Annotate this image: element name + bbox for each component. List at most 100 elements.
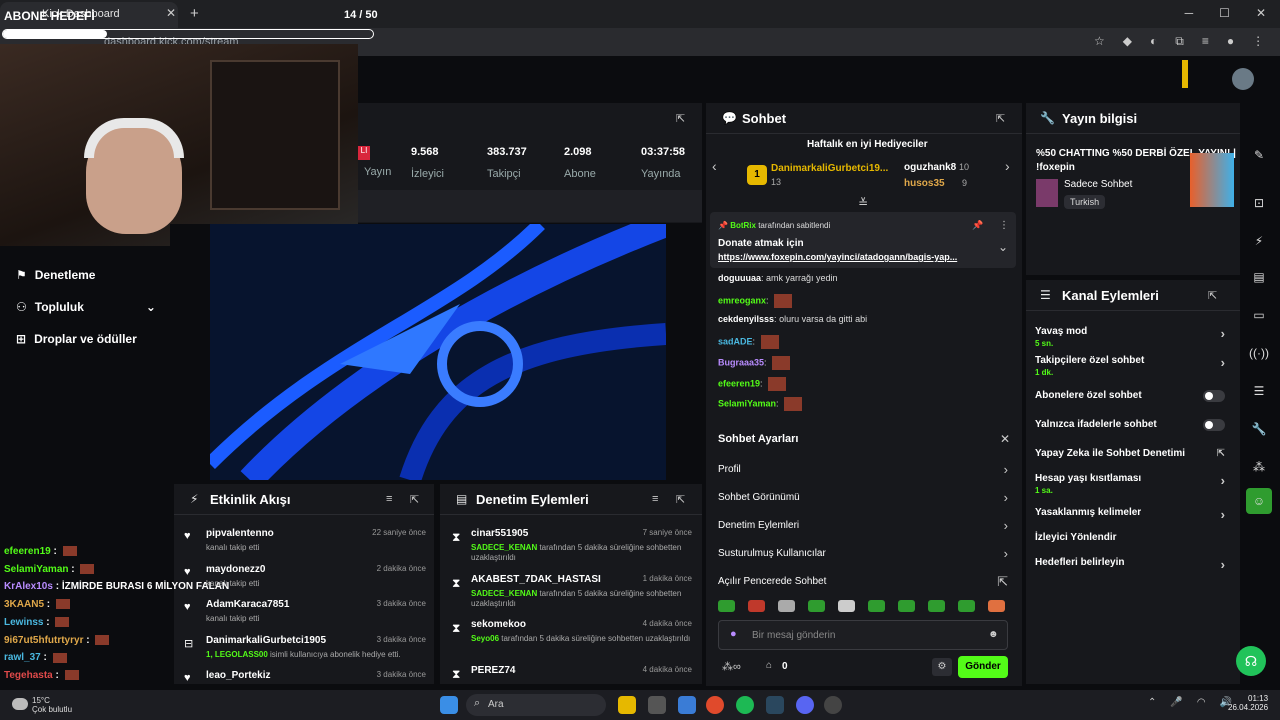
- emote[interactable]: [928, 600, 945, 612]
- collapse-icon[interactable]: ≚: [858, 196, 868, 210]
- mic-icon[interactable]: 🎤: [1170, 697, 1182, 708]
- menu-icon[interactable]: ⋮: [1252, 34, 1264, 49]
- pin-icon[interactable]: 📌: [972, 220, 983, 231]
- settings-item[interactable]: Açılır Pencerede Sohbet ⇱: [718, 574, 1008, 589]
- support-headset-icon[interactable]: ☊: [1236, 646, 1266, 676]
- start-icon[interactable]: [440, 696, 458, 714]
- chat-username[interactable]: Bugraaa35: [718, 357, 764, 367]
- settings-item[interactable]: Sohbet Görünümü ›: [718, 490, 1008, 505]
- channel-action[interactable]: İzleyici Yönlendir: [1035, 532, 1225, 543]
- category-name[interactable]: Sadece Sohbet: [1064, 179, 1132, 190]
- chat-username[interactable]: SelamiYaman: [718, 399, 776, 409]
- chat-bubble-icon[interactable]: ▭: [1246, 302, 1272, 328]
- focus-icon[interactable]: ⊡: [1246, 190, 1272, 216]
- chevron-left-icon[interactable]: ‹: [712, 158, 717, 174]
- filter-icon[interactable]: ≡: [386, 493, 392, 505]
- store-icon[interactable]: [648, 696, 666, 714]
- minimize-icon[interactable]: ─: [1185, 6, 1194, 20]
- channel-action[interactable]: Yavaş mod 5 sn. ›: [1035, 326, 1225, 348]
- infinity-icon[interactable]: ⁂∞: [722, 660, 741, 673]
- tab-close-icon[interactable]: ✕: [166, 6, 176, 20]
- moderator-name[interactable]: SADECE_KENAN: [471, 543, 537, 552]
- broadcast-icon[interactable]: ((·)): [1246, 340, 1272, 366]
- spotify-icon[interactable]: [736, 696, 754, 714]
- settings-item[interactable]: Denetim Eylemleri ›: [718, 518, 1008, 533]
- emote-icon[interactable]: ☺: [1246, 488, 1272, 514]
- emote[interactable]: [778, 600, 795, 612]
- nav-moderation[interactable]: ⚑ Denetleme: [16, 268, 95, 282]
- emote[interactable]: [808, 600, 825, 612]
- channel-action[interactable]: Yalnızca ifadelerle sohbet: [1035, 419, 1225, 431]
- media-icon[interactable]: ≡: [1202, 34, 1209, 49]
- folder-icon[interactable]: [618, 696, 636, 714]
- emote[interactable]: [958, 600, 975, 612]
- taskbar-clock[interactable]: 01:13 26.04.2026: [1228, 694, 1268, 712]
- emote[interactable]: [838, 600, 855, 612]
- close-window-icon[interactable]: ✕: [1256, 6, 1266, 20]
- channel-action[interactable]: Hesap yaşı kısıtlaması 1 sa. ›: [1035, 473, 1225, 495]
- activity-item[interactable]: leao_Portekiz 3 dakika önce: [206, 670, 426, 685]
- gifter-name[interactable]: husos35: [904, 178, 945, 189]
- activity-item[interactable]: AdamKaraca7851 3 dakika önce kanalı takip …: [206, 599, 426, 623]
- channel-action[interactable]: Hedefleri belirleyin ›: [1035, 557, 1225, 572]
- maximize-icon[interactable]: ☐: [1219, 6, 1230, 20]
- extension-icon[interactable]: ◐: [1150, 34, 1157, 49]
- bolt-icon[interactable]: ⚡: [1246, 228, 1272, 254]
- toggle-switch[interactable]: [1203, 419, 1225, 431]
- moderator-name[interactable]: Seyo06: [471, 634, 499, 643]
- pinned-link[interactable]: https://www.foxepin.com/yayinci/atadogan…: [718, 252, 957, 262]
- nav-drops[interactable]: ⊞ Droplar ve ödüller: [16, 332, 137, 346]
- document-icon[interactable]: ▤: [1246, 264, 1272, 290]
- chat-username[interactable]: efeeren19: [718, 378, 760, 388]
- chat-username[interactable]: cekdenyilsss: [718, 314, 774, 324]
- taskbar-search[interactable]: Ara: [466, 694, 606, 716]
- more-icon[interactable]: ⋮: [999, 220, 1009, 231]
- activity-item[interactable]: maydonezz0 2 dakika önce kanalı takip etti: [206, 564, 426, 588]
- chat-username[interactable]: doguuuaa: [718, 273, 761, 283]
- activity-item[interactable]: pipvalentenno 22 saniye önce kanalı takip …: [206, 528, 426, 552]
- send-button[interactable]: Gönder: [958, 656, 1008, 678]
- emote[interactable]: [718, 600, 735, 612]
- emote[interactable]: [868, 600, 885, 612]
- outlook-icon[interactable]: [678, 696, 696, 714]
- expand-icon[interactable]: ⇱: [676, 112, 685, 125]
- wrench-icon[interactable]: 🔧: [1246, 416, 1272, 442]
- new-tab-icon[interactable]: +: [190, 5, 199, 22]
- bookmark-star-icon[interactable]: ☆: [1094, 34, 1105, 49]
- profile-icon[interactable]: ●: [1227, 34, 1234, 49]
- avatar[interactable]: [1232, 68, 1254, 90]
- chevron-down-icon[interactable]: ⌄: [998, 240, 1008, 254]
- channel-action[interactable]: Takipçilere özel sohbet 1 dk. ›: [1035, 355, 1225, 377]
- list-icon[interactable]: ☰: [1246, 378, 1272, 404]
- gifter-name[interactable]: oguzhank8: [904, 162, 956, 173]
- wifi-icon[interactable]: ◠: [1197, 697, 1206, 708]
- weather-widget[interactable]: 15°C Çok bulutlu: [32, 696, 72, 714]
- pencil-icon[interactable]: ✎: [1246, 142, 1272, 168]
- emoji-icon[interactable]: ☻: [988, 629, 999, 640]
- steam-icon[interactable]: [766, 696, 784, 714]
- puzzle-icon[interactable]: ⧉: [1175, 34, 1184, 49]
- moderator-name[interactable]: SADECE_KENAN: [471, 589, 537, 598]
- chat-username[interactable]: sadADE: [718, 336, 753, 346]
- mod-action-item[interactable]: cinar551905 7 saniye önce SADECE_KENAN tar…: [471, 528, 692, 563]
- settings-item[interactable]: Susturulmuş Kullanıcılar ›: [718, 546, 1008, 561]
- emote[interactable]: [748, 600, 765, 612]
- nav-community[interactable]: ⚇ Topluluk ⌄: [16, 300, 156, 314]
- stream-preview[interactable]: [210, 224, 666, 480]
- mod-action-item[interactable]: sekomekoo 4 dakika önce Seyo06 tarafından …: [471, 619, 692, 644]
- expand-icon[interactable]: ⇱: [676, 493, 685, 506]
- bolt-icon[interactable]: [1182, 60, 1188, 88]
- mod-action-item[interactable]: AKABEST_7DAK_HASTASI 1 dakika önce SADECE_…: [471, 574, 692, 609]
- expand-icon[interactable]: ⇱: [1208, 289, 1217, 302]
- chrome-icon[interactable]: [706, 696, 724, 714]
- expand-icon[interactable]: ⇱: [410, 493, 419, 506]
- obs-icon[interactable]: [824, 696, 842, 714]
- channel-action[interactable]: Yasaklanmış kelimeler ›: [1035, 507, 1225, 522]
- apps-icon[interactable]: ⁂: [1246, 454, 1272, 480]
- emote[interactable]: [898, 600, 915, 612]
- toggle-switch[interactable]: [1203, 390, 1225, 402]
- expand-icon[interactable]: ⇱: [996, 112, 1005, 125]
- discord-icon[interactable]: [796, 696, 814, 714]
- emote[interactable]: [988, 600, 1005, 612]
- chevron-right-icon[interactable]: ›: [1005, 158, 1010, 174]
